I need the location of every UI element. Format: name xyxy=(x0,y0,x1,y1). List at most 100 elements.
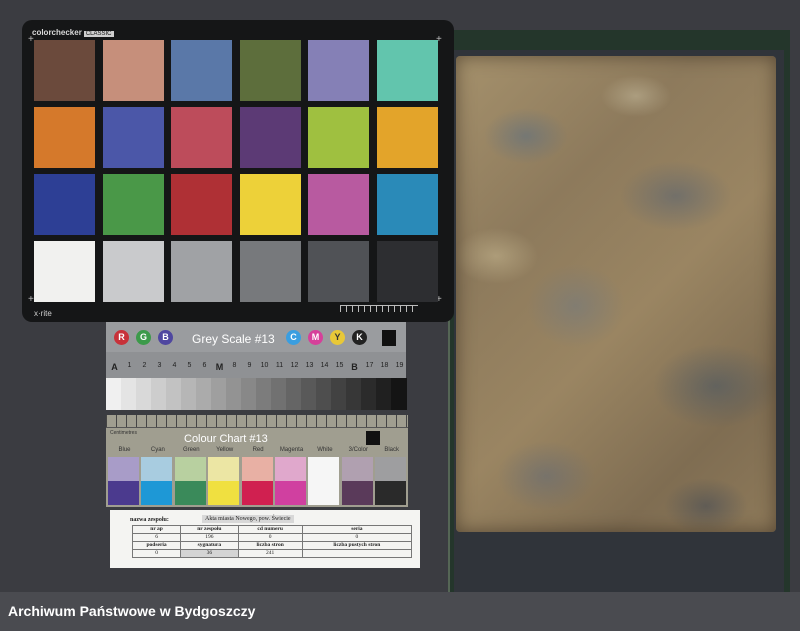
grey-step-patch xyxy=(316,378,332,410)
r-dot: R xyxy=(114,330,129,345)
c-dot: C xyxy=(286,330,301,345)
colour-patch xyxy=(375,481,407,505)
colour-label: Black xyxy=(384,447,400,453)
color-patch xyxy=(34,241,95,302)
grey-scale-step-labels: A 1 2 3 4 5 6 M 8 9 10 11 12 13 14 15 B 17 18 19 xyxy=(106,362,406,374)
grey-step-label: B xyxy=(351,362,358,372)
table-cell: 0 xyxy=(131,549,182,558)
colorchecker-brand-text: colorchecker xyxy=(32,28,82,37)
grey-step-patch xyxy=(346,378,362,410)
grey-step-patch xyxy=(301,378,317,410)
table-header: liczba stron xyxy=(237,541,303,550)
table-cell: 196 xyxy=(180,533,239,542)
grey-step-patch xyxy=(256,378,272,410)
table-cell: 36 xyxy=(180,549,239,558)
table-cell: 6 xyxy=(131,533,182,542)
grey-step-patch xyxy=(226,378,242,410)
grey-step-patch xyxy=(376,378,392,410)
grey-step-patch xyxy=(196,378,212,410)
grey-step-patch xyxy=(151,378,167,410)
collection-name-value: Akta miasta Nowego, pow. Świecie xyxy=(202,515,294,523)
grey-step-patch xyxy=(106,378,122,410)
color-patch xyxy=(171,107,233,168)
color-patch xyxy=(377,174,438,235)
grey-step-label: 11 xyxy=(275,362,284,369)
kodak-logo-icon xyxy=(366,431,380,445)
colour-patch xyxy=(308,481,340,505)
grey-step-label: 5 xyxy=(187,362,192,369)
grey-step-label: 1 xyxy=(127,362,132,369)
colour-patch xyxy=(275,457,306,481)
colour-label: Green xyxy=(182,447,200,453)
kodak-logo-icon xyxy=(382,330,396,346)
colour-patch xyxy=(108,457,139,481)
grey-scale-card: R G B Grey Scale #13 C M Y K A123456M891… xyxy=(106,322,407,410)
book-cover xyxy=(456,56,776,532)
colour-patch xyxy=(208,481,240,505)
color-patch xyxy=(171,40,233,101)
grey-step-label: 14 xyxy=(320,362,329,369)
color-patch xyxy=(102,174,164,235)
archive-label: nazwa zespołu: Akta miasta Nowego, pow. … xyxy=(110,510,420,568)
g-dot: G xyxy=(136,330,151,345)
table-header: nr zespołu xyxy=(180,525,239,534)
colour-label: Magenta xyxy=(279,447,304,453)
colour-patch xyxy=(174,457,206,481)
colorchecker-badge: CLASSIC xyxy=(83,31,114,37)
table-header: liczba pustych stron xyxy=(301,541,413,550)
color-patch xyxy=(239,241,301,302)
colour-chart-ruler xyxy=(106,415,408,428)
color-patch xyxy=(239,40,301,101)
table-header: sygnatura xyxy=(180,541,239,550)
color-patch xyxy=(377,40,438,101)
color-patch xyxy=(308,107,370,168)
colour-patch xyxy=(208,457,240,481)
colorchecker-ruler xyxy=(340,305,418,312)
color-patch xyxy=(102,40,164,101)
colour-patch xyxy=(308,457,340,481)
archive-caption: Archiwum Państwowe w Bydgoszczy xyxy=(8,603,256,619)
grey-step-patch xyxy=(286,378,302,410)
colour-chart-unit: Centimetres xyxy=(110,430,137,436)
grey-step-patch xyxy=(121,378,137,410)
grey-scale-header: R G B Grey Scale #13 C M Y K xyxy=(106,322,406,352)
color-patch xyxy=(102,107,164,168)
colorchecker-brand: colorchecker CLASSIC xyxy=(32,28,114,37)
grey-step-label: 13 xyxy=(305,362,314,369)
m-dot: M xyxy=(308,330,323,345)
grey-step-label: 9 xyxy=(247,362,252,369)
color-patch xyxy=(239,174,301,235)
color-patch xyxy=(34,40,95,101)
grey-step-patch xyxy=(211,378,227,410)
grey-scale-strip xyxy=(106,378,407,410)
grey-step-label: 19 xyxy=(395,362,404,369)
colour-patch xyxy=(241,457,273,481)
grey-step-patch xyxy=(241,378,257,410)
table-cell: 0 xyxy=(301,533,413,542)
grey-step-patch xyxy=(361,378,377,410)
table-cell: 241 xyxy=(237,549,303,558)
grey-step-label: 17 xyxy=(365,362,374,369)
grey-step-label: 18 xyxy=(380,362,389,369)
grey-step-label: 10 xyxy=(260,362,269,369)
colour-patch xyxy=(174,481,206,505)
colour-label: 3/Color xyxy=(348,447,368,453)
colour-patch xyxy=(275,481,306,505)
color-patch xyxy=(102,241,164,302)
colour-label: Red xyxy=(252,447,264,453)
color-patch xyxy=(34,174,95,235)
archive-metadata-table: nr ap nr zespołu cd numeru seria 6 196 0… xyxy=(131,525,413,558)
grey-step-patch xyxy=(271,378,287,410)
table-header: cd numeru xyxy=(237,525,303,534)
table-cell: 0 xyxy=(237,533,303,542)
b-dot: B xyxy=(158,330,173,345)
grey-scale-title: Grey Scale #13 xyxy=(192,332,275,346)
grey-step-label: 15 xyxy=(335,362,344,369)
color-patch xyxy=(171,241,233,302)
table-header: seria xyxy=(301,525,413,534)
grey-step-label: 6 xyxy=(202,362,207,369)
grey-step-label: 8 xyxy=(232,362,237,369)
grey-step-patch xyxy=(181,378,197,410)
color-patch xyxy=(239,107,301,168)
grey-step-patch xyxy=(166,378,182,410)
